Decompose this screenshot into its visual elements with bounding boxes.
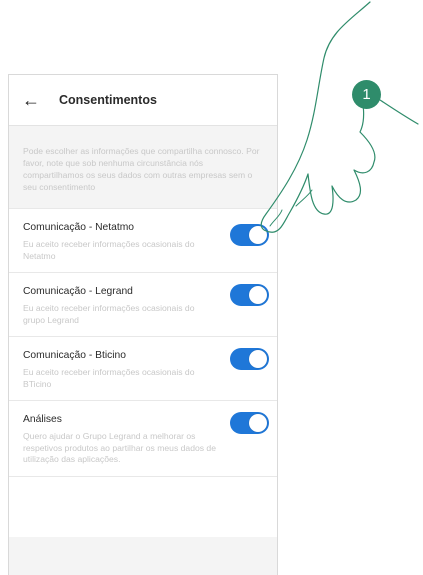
toggle-knob [249,350,267,368]
consent-item-legrand: Comunicação - Legrand Eu aceito receber … [9,272,277,336]
step-number-badge: 1 [352,80,381,109]
arrow-left-icon[interactable]: ← [17,91,45,109]
toggle-knob [249,414,267,432]
toggle-knob [249,286,267,304]
consent-description: Eu aceito receber informações ocasionais… [23,367,195,389]
consent-title: Comunicação - Bticino [23,350,127,361]
app-header: ← Consentimentos [9,75,277,126]
consent-description: Eu aceito receber informações ocasionais… [23,239,195,261]
consent-title: Comunicação - Legrand [23,286,133,297]
consent-title: Comunicação - Netatmo [23,222,135,233]
consent-description: Eu aceito receber informações ocasionais… [23,303,195,325]
pointing-hand-icon [260,1,419,233]
analytics-toggle[interactable] [230,412,269,434]
consent-description: Quero ajudar o Grupo Legrand a melhorar … [23,431,216,464]
consent-item-netatmo: Comunicação - Netatmo Eu aceito receber … [9,208,277,272]
intro-text: Pode escolher as informações que compart… [23,146,260,192]
bottom-spacer [9,475,277,537]
consent-item-bticino: Comunicação - Bticino Eu aceito receber … [9,336,277,400]
page-title: Consentimentos [59,93,157,107]
consent-item-analytics: Análises Quero ajudar o Grupo Legrand a … [9,400,277,476]
legrand-toggle[interactable] [230,284,269,306]
consents-screen: ← Consentimentos Pode escolher as inform… [8,74,278,575]
consent-title: Análises [23,414,62,425]
bticino-toggle[interactable] [230,348,269,370]
